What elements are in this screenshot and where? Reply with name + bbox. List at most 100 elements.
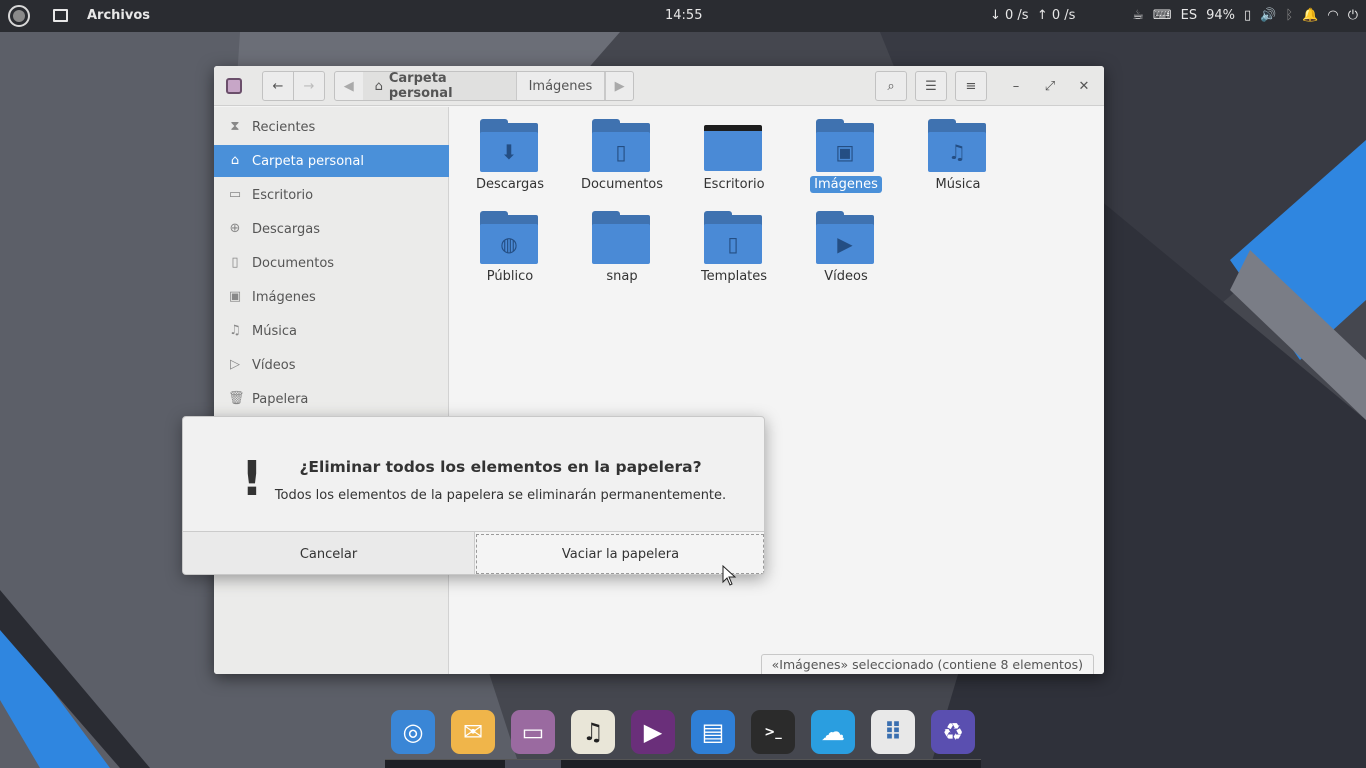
music-icon: ♫: [928, 132, 986, 172]
menu-button[interactable]: ≡: [955, 71, 987, 101]
folder-imagenes[interactable]: ▣ Imágenes: [796, 107, 896, 193]
maximize-icon: ⤢: [1044, 78, 1056, 94]
battery-percent[interactable]: 94%: [1206, 6, 1235, 26]
file-manager-window: ← → ◀ ⌂ Carpeta personal Imágenes ▶ ⌕ ☰ …: [214, 66, 1104, 674]
coffee-icon[interactable]: ☕: [1132, 6, 1144, 26]
hamburger-menu-icon: ≡: [965, 78, 977, 94]
dock: ◎ ✉ ▭ ♫ ▶ ▤ >_ ☁ ⠿ ♻: [385, 704, 981, 768]
video-icon: ▷: [230, 357, 240, 372]
mouse-cursor-icon: [722, 565, 737, 586]
folder-label: Imágenes: [810, 176, 882, 193]
folder-label: Público: [486, 269, 534, 284]
sidebar-item-label: Papelera: [252, 391, 309, 407]
cancel-button[interactable]: Cancelar: [183, 532, 474, 574]
sidebar-item-label: Música: [252, 323, 297, 339]
sidebar-item-musica[interactable]: ♫ Música: [214, 315, 449, 347]
volume-icon[interactable]: 🔊: [1260, 6, 1276, 26]
notification-bell-icon[interactable]: 🔔: [1302, 6, 1318, 26]
keyboard-icon[interactable]: ⌨: [1153, 6, 1172, 26]
trash-recycle-icon[interactable]: ♻: [931, 710, 975, 754]
clock[interactable]: 14:55: [665, 8, 702, 23]
folder-icon: ◍: [480, 211, 540, 264]
folder-videos[interactable]: ▶ Vídeos: [796, 199, 896, 285]
minimize-button[interactable]: –: [1004, 71, 1028, 101]
folder-label: Templates: [700, 269, 768, 284]
folder-snap[interactable]: snap: [572, 199, 672, 285]
sidebar-item-papelera[interactable]: 🗑 Papelera: [214, 383, 449, 415]
sidebar-item-label: Carpeta personal: [252, 153, 364, 169]
sidebar-item-videos[interactable]: ▷ Vídeos: [214, 349, 449, 381]
active-app-name[interactable]: Archivos: [87, 8, 150, 23]
folder-icon: ♫: [928, 119, 988, 172]
view-list-button[interactable]: ☰: [915, 71, 947, 101]
back-button[interactable]: ←: [262, 71, 294, 101]
folder-publico[interactable]: ◍ Público: [460, 199, 560, 285]
breadcrumb-current[interactable]: Imágenes: [517, 72, 606, 100]
chevron-right-icon: ▶: [614, 78, 625, 94]
mail-icon[interactable]: ✉: [451, 710, 495, 754]
image-icon: ▣: [228, 289, 242, 304]
folder-musica[interactable]: ♫ Música: [908, 107, 1008, 193]
video-app-icon[interactable]: ▶: [631, 710, 675, 754]
desktop-icon: ▭: [228, 187, 242, 202]
breadcrumb-scroll-right[interactable]: ▶: [605, 72, 633, 100]
empty-trash-dialog: ! ¿Eliminar todos los elementos en la pa…: [182, 416, 765, 575]
files-icon[interactable]: ▭: [511, 710, 555, 754]
clock-icon: ⧗: [230, 119, 240, 134]
folder-icon: ⬇: [480, 119, 540, 172]
desktop-folder-icon: [704, 119, 764, 171]
folder-templates[interactable]: ▯ Templates: [684, 199, 784, 285]
breadcrumb-home[interactable]: ⌂ Carpeta personal: [362, 71, 517, 101]
weather-icon[interactable]: ☁: [811, 710, 855, 754]
top-panel: Archivos 14:55 ↓ 0 /s ↑ 0 /s ☕ ⌨ ES 94% …: [0, 0, 1366, 32]
music-app-icon[interactable]: ♫: [571, 710, 615, 754]
activities-button[interactable]: [8, 5, 30, 27]
file-view: ⬇ Descargas ▯ Documentos Escritorio ▣ Im…: [450, 107, 1104, 674]
sidebar-item-escritorio[interactable]: ▭ Escritorio: [214, 179, 449, 211]
home-icon: ⌂: [230, 153, 240, 168]
dialog-message: Todos los elementos de la papelera se el…: [274, 488, 727, 503]
dock-active-indicator: [505, 760, 561, 768]
trash-icon: 🗑: [228, 391, 245, 406]
writer-icon[interactable]: ▤: [691, 710, 735, 754]
breadcrumb: ◀ ⌂ Carpeta personal Imágenes ▶: [334, 71, 634, 101]
net-down: ↓ 0 /s: [990, 8, 1029, 23]
download-icon: ⬇: [480, 132, 538, 172]
sidebar-item-recientes[interactable]: ⧗ Recientes: [214, 111, 449, 143]
power-icon[interactable]: ⏻: [1348, 6, 1358, 26]
status-bar: «Imágenes» seleccionado (contiene 8 elem…: [760, 654, 1094, 674]
sidebar-item-label: Escritorio: [252, 187, 314, 203]
window-overview-icon[interactable]: [53, 9, 68, 22]
terminal-icon[interactable]: >_: [751, 710, 795, 754]
folder-label: Música: [935, 177, 981, 192]
search-button[interactable]: ⌕: [875, 71, 907, 101]
sidebar-item-label: Descargas: [252, 221, 321, 237]
chrome-icon[interactable]: ◎: [391, 710, 435, 754]
folder-icon: ▶: [816, 211, 876, 264]
sidebar-item-carpeta-personal[interactable]: ⌂ Carpeta personal: [214, 145, 449, 177]
search-icon: ⌕: [887, 78, 895, 94]
wifi-icon[interactable]: ◠: [1327, 6, 1338, 26]
folder-descargas[interactable]: ⬇ Descargas: [460, 107, 560, 193]
bluetooth-icon[interactable]: ᛒ: [1285, 6, 1293, 26]
sidebar-item-imagenes[interactable]: ▣ Imágenes: [214, 281, 449, 313]
close-button[interactable]: ✕: [1072, 71, 1096, 101]
keyboard-layout[interactable]: ES: [1181, 6, 1197, 26]
app-grid-icon[interactable]: ⠿: [871, 710, 915, 754]
music-icon: ♫: [229, 323, 241, 338]
files-app-icon: [226, 78, 242, 94]
sidebar-item-documentos[interactable]: ▯ Documentos: [214, 247, 449, 279]
minimize-icon: –: [1012, 78, 1020, 94]
maximize-button[interactable]: ⤢: [1038, 71, 1062, 101]
battery-icon[interactable]: ▯: [1244, 6, 1251, 26]
folder-documentos[interactable]: ▯ Documentos: [572, 107, 672, 193]
folder-escritorio[interactable]: Escritorio: [684, 107, 784, 193]
home-icon: ⌂: [374, 78, 383, 94]
sidebar-item-descargas[interactable]: ⊕ Descargas: [214, 213, 449, 245]
breadcrumb-scroll-left[interactable]: ◀: [335, 72, 363, 100]
folder-label: Descargas: [475, 177, 544, 192]
sidebar-item-label: Recientes: [252, 119, 316, 135]
forward-button[interactable]: →: [293, 71, 325, 101]
dock-bar: [385, 759, 981, 768]
breadcrumb-home-label: Carpeta personal: [388, 71, 453, 101]
